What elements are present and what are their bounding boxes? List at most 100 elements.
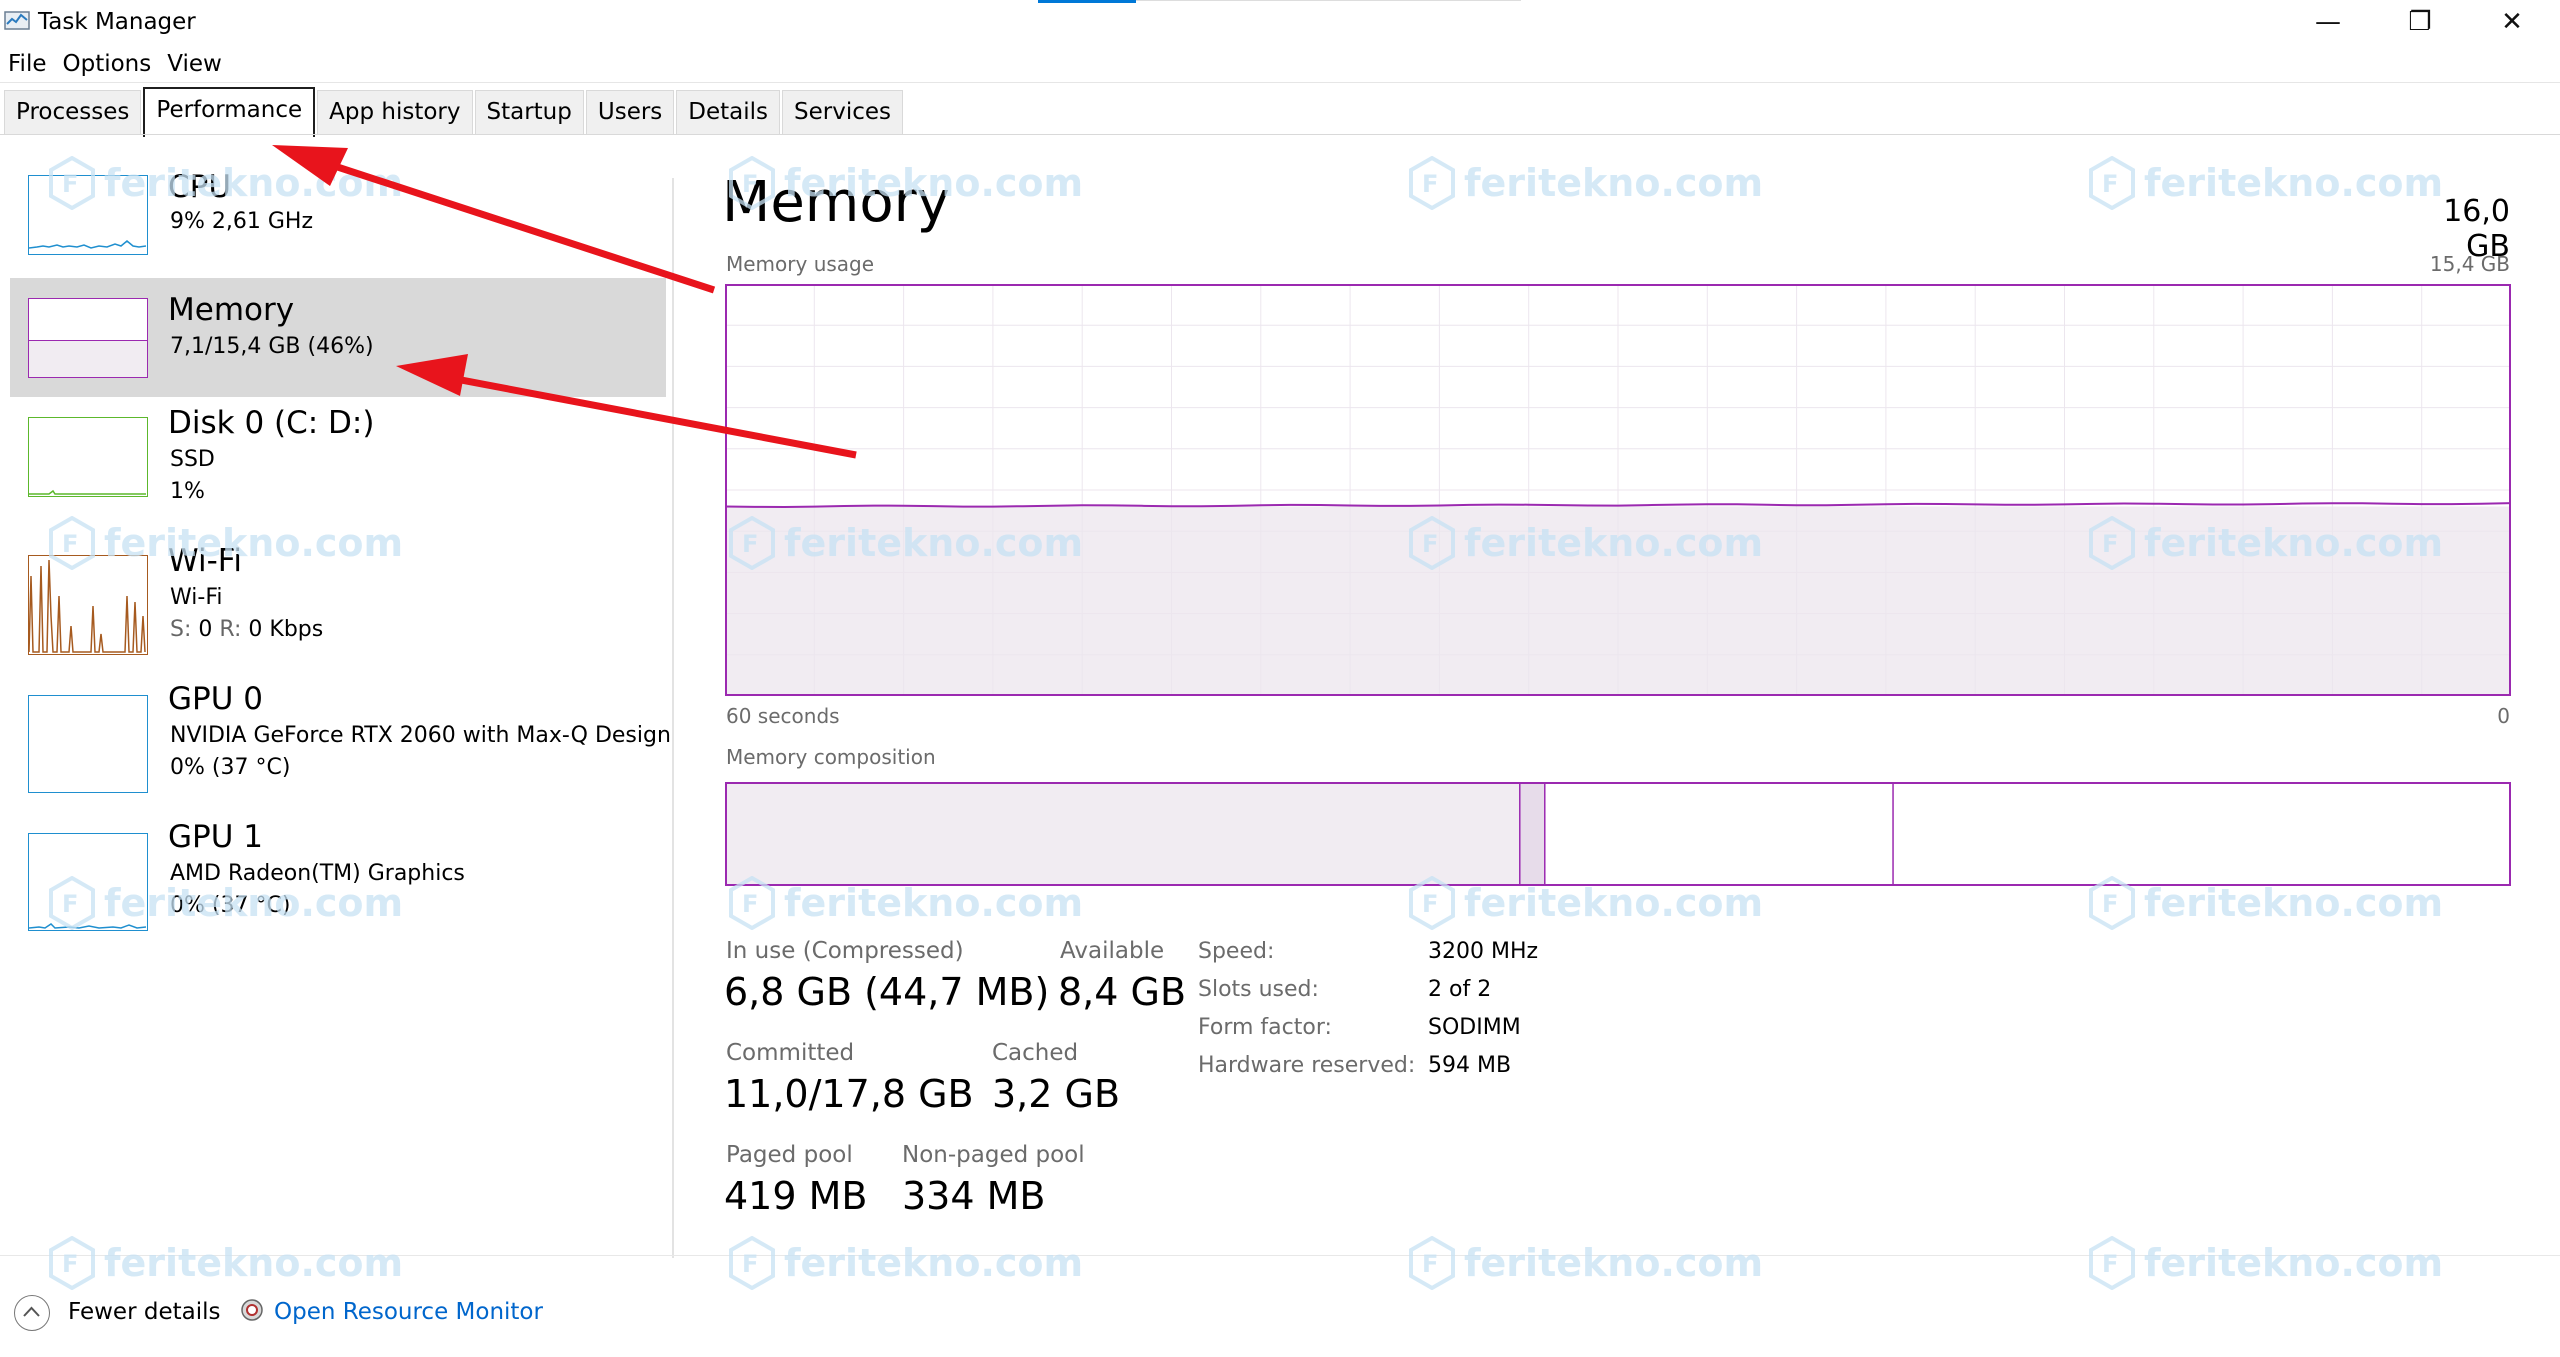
memory-name: Memory bbox=[168, 292, 295, 328]
spec-slots-value: 2 of 2 bbox=[1428, 977, 1492, 1002]
spec-hardware-reserved-value: 594 MB bbox=[1428, 1053, 1512, 1078]
sidebar-item-cpu[interactable]: CPU 9% 2,61 GHz bbox=[10, 165, 666, 283]
non-paged-pool-label: Non-paged pool bbox=[902, 1142, 1085, 1168]
resource-list: CPU 9% 2,61 GHz Memory 7,1/15,4 GB (46%)… bbox=[0, 135, 672, 1255]
memory-thumbnail-graph bbox=[28, 298, 148, 378]
close-icon: ✕ bbox=[2501, 7, 2523, 37]
svg-text:F: F bbox=[1422, 170, 1438, 198]
tab-performance[interactable]: Performance bbox=[143, 87, 316, 137]
disk-thumbnail-graph bbox=[28, 417, 148, 497]
tab-services[interactable]: Services bbox=[782, 90, 904, 134]
watermark-logo-icon: F bbox=[1409, 156, 1455, 210]
wifi-name: Wi-Fi bbox=[168, 543, 242, 579]
tab-startup[interactable]: Startup bbox=[474, 90, 584, 134]
spec-form-factor-label: Form factor: bbox=[1198, 1015, 1332, 1040]
sidebar-item-disk[interactable]: Disk 0 (C: D:) SSD 1% bbox=[10, 405, 666, 535]
pane-divider[interactable] bbox=[672, 178, 674, 1258]
gpu0-model: NVIDIA GeForce RTX 2060 with Max-Q Desig… bbox=[170, 723, 671, 748]
watermark: Fferitekno.com bbox=[728, 1236, 1083, 1290]
memory-usage-label: Memory usage bbox=[726, 252, 875, 276]
cpu-thumbnail-graph bbox=[28, 175, 148, 255]
tab-processes[interactable]: Processes bbox=[4, 90, 142, 134]
menu-options[interactable]: Options bbox=[55, 48, 160, 84]
menu-bar: File Options View bbox=[0, 48, 230, 84]
tab-users[interactable]: Users bbox=[585, 90, 675, 134]
watermark: Fferitekno.com bbox=[2088, 156, 2443, 210]
memory-usage-graph bbox=[725, 284, 2511, 696]
available-value: 8,4 GB bbox=[1058, 970, 1187, 1014]
spec-hardware-reserved-label: Hardware reserved: bbox=[1198, 1053, 1416, 1078]
menu-file[interactable]: File bbox=[0, 48, 55, 84]
cached-value: 3,2 GB bbox=[992, 1072, 1121, 1116]
watermark: Fferitekno.com bbox=[1408, 156, 1763, 210]
sidebar-item-gpu1[interactable]: GPU 1 AMD Radeon(TM) Graphics 0% (37 °C) bbox=[10, 819, 666, 949]
graph-grid bbox=[725, 284, 2511, 696]
minimize-button[interactable]: — bbox=[2282, 0, 2374, 44]
minimize-icon: — bbox=[2315, 7, 2341, 37]
graph-time-span: 60 seconds bbox=[726, 704, 840, 728]
disk-type: SSD bbox=[170, 447, 215, 472]
wifi-send-value: 0 bbox=[198, 617, 213, 642]
window-title: Task Manager bbox=[38, 9, 196, 35]
title-accent-line-2 bbox=[1136, 0, 1521, 1]
watermark-logo-icon: F bbox=[729, 1236, 775, 1290]
graph-min-value: 0 bbox=[2497, 704, 2510, 728]
cpu-sparkline bbox=[28, 240, 147, 249]
watermark-logo-icon: F bbox=[1409, 1236, 1455, 1290]
gpu1-name: GPU 1 bbox=[168, 819, 263, 855]
svg-text:F: F bbox=[2102, 890, 2118, 918]
tab-details[interactable]: Details bbox=[676, 90, 781, 134]
gpu0-thumbnail-graph bbox=[28, 695, 148, 793]
close-button[interactable]: ✕ bbox=[2466, 0, 2558, 44]
title-bar[interactable] bbox=[0, 0, 2560, 44]
page-title: Memory bbox=[722, 170, 950, 235]
non-paged-pool-value: 334 MB bbox=[902, 1174, 1046, 1218]
watermark-logo-icon: F bbox=[2089, 1236, 2135, 1290]
watermark: Fferitekno.com bbox=[2088, 1236, 2443, 1290]
committed-value: 11,0/17,8 GB bbox=[724, 1072, 974, 1116]
fewer-details-button[interactable]: Fewer details bbox=[68, 1299, 220, 1325]
title-accent-line bbox=[1038, 0, 1136, 3]
spec-speed-label: Speed: bbox=[1198, 939, 1275, 964]
restore-icon: ❐ bbox=[2408, 7, 2432, 37]
menu-divider bbox=[0, 82, 2560, 83]
gpu1-thumbnail-graph bbox=[28, 833, 148, 931]
sidebar-item-wifi[interactable]: Wi-Fi Wi-Fi S: 0 R: 0 Kbps bbox=[10, 543, 666, 673]
gpu1-model: AMD Radeon(TM) Graphics bbox=[170, 861, 465, 886]
gpu0-name: GPU 0 bbox=[168, 681, 263, 717]
menu-view[interactable]: View bbox=[159, 48, 230, 84]
composition-modified[interactable] bbox=[1519, 782, 1545, 886]
wifi-receive-label: R: bbox=[219, 617, 242, 642]
memory-composition-bar[interactable] bbox=[725, 782, 2511, 886]
disk-name: Disk 0 (C: D:) bbox=[168, 405, 375, 441]
cached-label: Cached bbox=[992, 1040, 1079, 1066]
paged-pool-value: 419 MB bbox=[724, 1174, 868, 1218]
composition-in-use[interactable] bbox=[725, 782, 1520, 886]
disk-sparkline bbox=[29, 489, 146, 495]
spec-speed-value: 3200 MHz bbox=[1428, 939, 1539, 964]
svg-text:F: F bbox=[1422, 890, 1438, 918]
maximize-button[interactable]: ❐ bbox=[2374, 0, 2466, 44]
gpu1-sparkline bbox=[28, 923, 147, 929]
wifi-throughput: S: 0 R: 0 Kbps bbox=[170, 617, 323, 642]
in-use-value: 6,8 GB (44,7 MB) bbox=[724, 970, 1050, 1014]
in-use-label: In use (Compressed) bbox=[726, 938, 964, 964]
resource-monitor-icon bbox=[240, 1298, 264, 1322]
spec-slots-label: Slots used: bbox=[1198, 977, 1319, 1002]
gpu0-usage: 0% (37 °C) bbox=[170, 755, 291, 780]
sidebar-item-memory[interactable]: Memory 7,1/15,4 GB (46%) bbox=[10, 278, 666, 397]
gpu1-usage: 0% (37 °C) bbox=[170, 893, 291, 918]
paged-pool-label: Paged pool bbox=[726, 1142, 853, 1168]
watermark: Fferitekno.com bbox=[1408, 1236, 1763, 1290]
wifi-adapter: Wi-Fi bbox=[170, 585, 223, 610]
task-manager-icon bbox=[4, 10, 30, 32]
memory-thumbnail-fill bbox=[29, 340, 147, 377]
chevron-up-circle-icon[interactable] bbox=[14, 1295, 50, 1331]
available-label: Available bbox=[1060, 938, 1165, 964]
open-resource-monitor-link[interactable]: Open Resource Monitor bbox=[274, 1299, 543, 1325]
wifi-receive-value: 0 Kbps bbox=[248, 617, 324, 642]
svg-text:F: F bbox=[2102, 170, 2118, 198]
memory-usage: 7,1/15,4 GB (46%) bbox=[170, 334, 374, 359]
tab-app-history[interactable]: App history bbox=[317, 90, 473, 134]
sidebar-item-gpu0[interactable]: GPU 0 NVIDIA GeForce RTX 2060 with Max-Q… bbox=[10, 681, 671, 811]
